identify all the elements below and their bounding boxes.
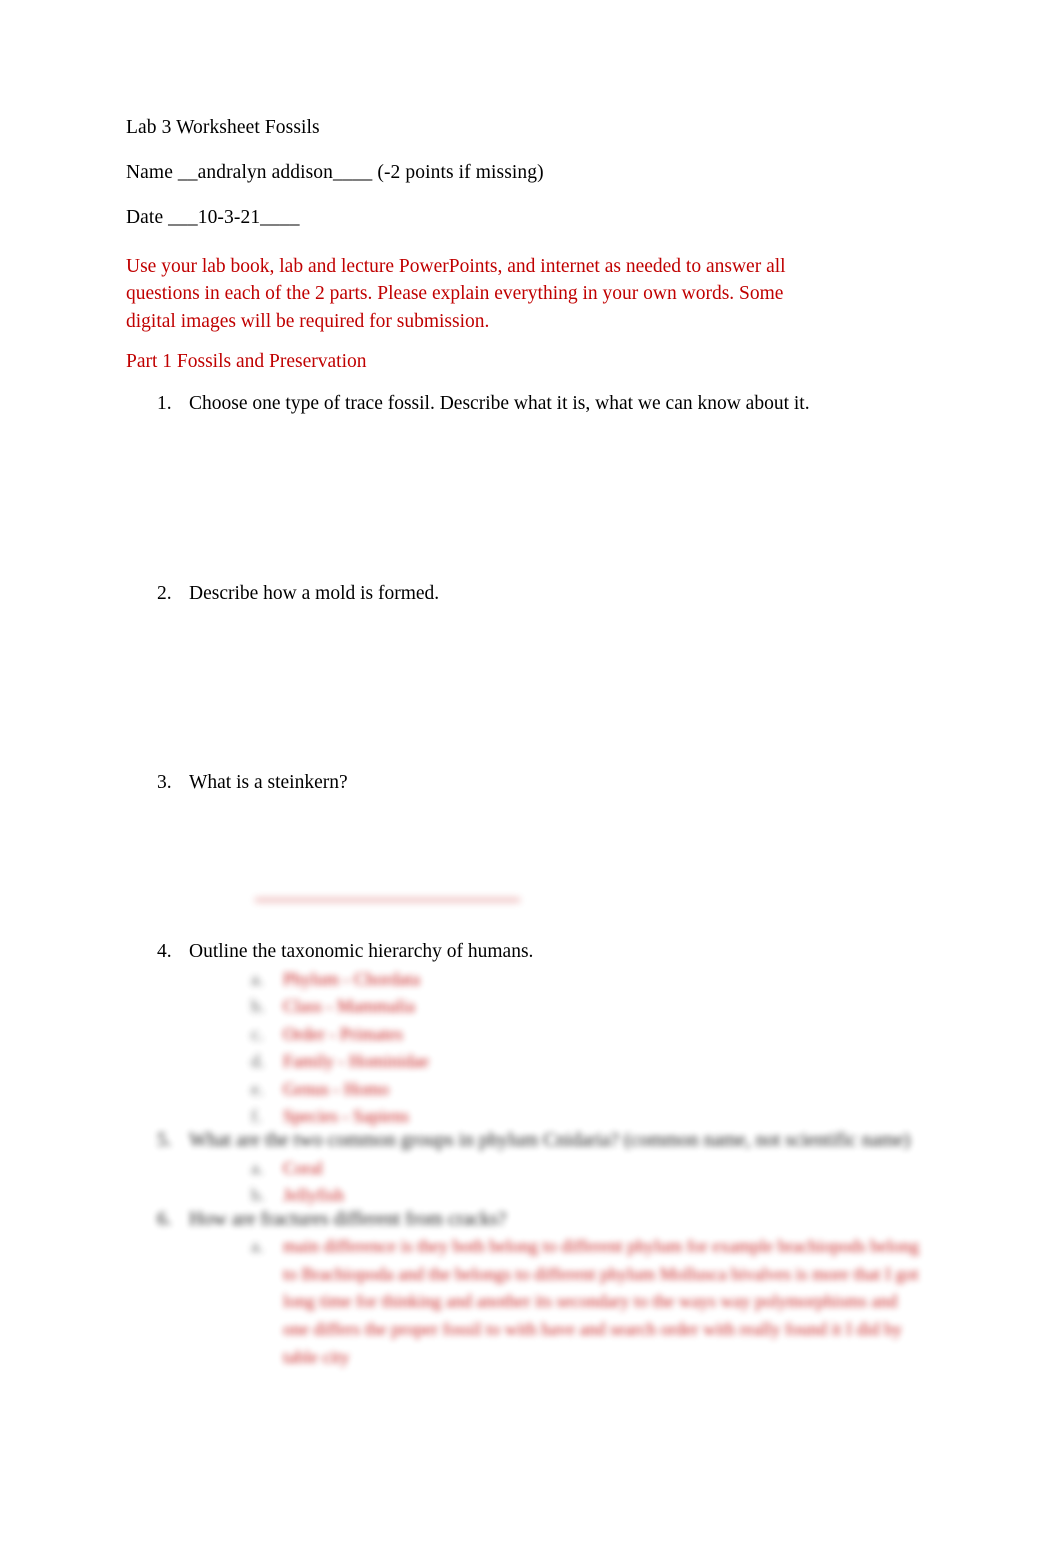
question-text-2: Describe how a mold is formed. [189,583,440,604]
answer-text: Species - Sapiens [283,1106,409,1127]
answer-text: Genus - Homo [283,1078,389,1099]
answer-item: Family - Hominidae [189,1048,926,1076]
date-line: Date ___10-3-21____ [126,206,300,228]
answer-space-2 [189,604,926,773]
question-number-6 [157,1210,172,1230]
page-title: Lab 3 Worksheet Fossils [126,117,320,138]
answer-text: main difference is they both belong to d… [283,1236,920,1367]
answer-marker [251,966,264,994]
answer-item: main difference is they both belong to d… [189,1233,926,1371]
question-item-4: Outline the taxonomic hierarchy of human… [126,942,926,1131]
answer-list-4: Phylum - Chordata Class - Mammalia Order… [189,966,926,1132]
answer-text: Class - Mammalia [283,996,415,1017]
question-item-6: How are fractures different from cracks?… [126,1210,926,1371]
answer-space-3 [189,792,926,942]
answer-space-1 [189,413,926,584]
answer-item: Jellyfish [189,1182,926,1210]
answer-marker [251,1182,265,1210]
answer-marker [251,1021,264,1049]
answer-item: Order - Primates [189,1021,926,1049]
question-text-1: Choose one type of trace fossil. Describ… [189,392,810,414]
document-body: Lab 3 Worksheet Fossils Name __andralyn … [126,118,926,1371]
answer-text: Phylum - Chordata [283,968,420,989]
question-item-5: What are the two common groups in phylum… [126,1131,926,1210]
question-number-4 [157,942,172,962]
question-text-5: What are the two common groups in phylum… [189,1130,911,1152]
answer-text: Jellyfish [283,1185,344,1206]
answer-marker [251,1155,264,1183]
question-text-6: How are fractures different from cracks? [189,1208,507,1230]
question-text-3: What is a steinkern? [189,771,348,793]
answer-item: Species - Sapiens [189,1103,926,1131]
answer-list-5: Coral Jellyfish [189,1155,926,1210]
question-item-2: Describe how a mold is formed. [126,584,926,773]
question-number-2 [157,584,172,604]
question-item-1: Choose one type of trace fossil. Describ… [126,392,926,585]
answer-marker [251,993,265,1021]
answer-marker [251,1048,265,1076]
answer-marker [251,1076,264,1104]
question-text-4: Outline the taxonomic hierarchy of human… [189,941,534,962]
answer-text: Coral [283,1157,323,1178]
question-item-3: What is a steinkern? [126,771,926,943]
question-number-1 [157,394,172,414]
instructions-paragraph: Use your lab book, lab and lecture Power… [126,255,786,332]
answer-list-6: main difference is they both belong to d… [189,1233,926,1371]
answer-text: Order - Primates [283,1023,403,1044]
question-list: Choose one type of trace fossil. Describ… [126,392,926,1372]
answer-item: Phylum - Chordata [189,966,926,994]
part-1-heading: Part 1 Fossils and Preservation [126,351,367,372]
answer-item: Coral [189,1155,926,1183]
question-number-5 [157,1131,172,1151]
answer-text: Family - Hominidae [283,1051,429,1072]
name-line: Name __andralyn addison____ (-2 points i… [126,161,544,183]
answer-marker [251,1233,264,1261]
answer-marker [251,1103,262,1131]
answer-item: Genus - Homo [189,1076,926,1104]
question-number-3 [157,773,172,793]
answer-item: Class - Mammalia [189,993,926,1021]
document-page: Lab 3 Worksheet Fossils Name __andralyn … [0,0,1062,1561]
